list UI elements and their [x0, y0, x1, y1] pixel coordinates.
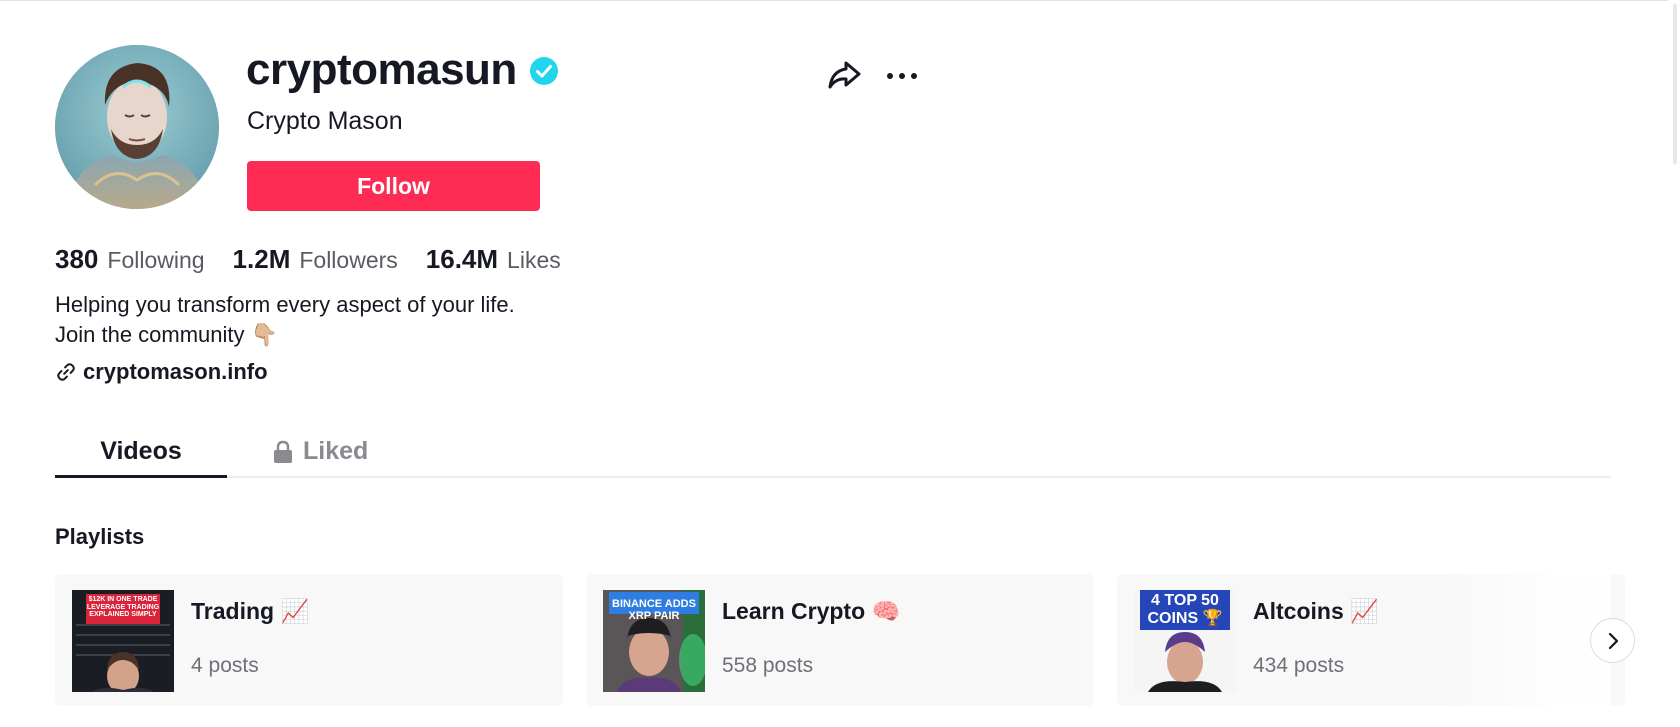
tab-label: Videos: [100, 437, 182, 465]
stat-followers[interactable]: 1.2M Followers: [233, 243, 398, 276]
tab-videos[interactable]: Videos: [55, 425, 227, 478]
username: cryptomasun: [246, 45, 517, 94]
stat-value: 1.2M: [232, 244, 291, 274]
tab-liked[interactable]: Liked: [273, 425, 383, 478]
playlist-card[interactable]: BINANCE ADDS XRP PAIR Learn Crypto 🧠 558…: [586, 574, 1094, 706]
playlist-post-count: 558 posts: [722, 654, 814, 677]
bio-link[interactable]: cryptomason.info: [55, 359, 268, 385]
stat-label: Following: [107, 247, 205, 273]
scrollbar-thumb[interactable]: [1673, 4, 1677, 164]
thumbnail-caption: $12K IN ONE TRADE LEVERAGE TRADING EXPLA…: [86, 596, 160, 619]
link-icon: [57, 363, 75, 381]
avatar[interactable]: [55, 45, 219, 209]
follow-button[interactable]: Follow: [247, 161, 540, 211]
playlist-card[interactable]: 4 TOP 50 COINS 🏆 Altcoins 📈 434 posts: [1117, 574, 1625, 706]
playlist-title: Trading 📈: [191, 598, 310, 624]
playlist-title: Learn Crypto 🧠: [722, 598, 901, 624]
display-name: Crypto Mason: [247, 107, 403, 135]
tab-label: Liked: [303, 437, 369, 465]
stat-value: 380: [55, 244, 99, 274]
playlist-post-count: 434 posts: [1253, 654, 1345, 677]
active-tab-indicator: [55, 475, 227, 478]
chevron-right-icon: [1608, 632, 1618, 649]
playlist-post-count: 4 posts: [191, 654, 259, 677]
bio: Helping you transform every aspect of yo…: [55, 290, 755, 350]
stat-label: Followers: [299, 247, 398, 273]
stat-likes: 16.4M Likes: [426, 243, 561, 276]
avatar-image: [55, 45, 219, 209]
verified-badge-icon: [530, 57, 558, 85]
thumbnail-caption: BINANCE ADDS XRP PAIR: [612, 598, 696, 623]
playlist-title: Altcoins 📈: [1253, 598, 1379, 624]
scrollbar[interactable]: [1668, 0, 1680, 727]
profile-tabs: Videos Liked: [55, 425, 1611, 478]
bio-link-text[interactable]: cryptomason.info: [83, 359, 268, 385]
playlist-thumbnail: 4 TOP 50 COINS 🏆: [1134, 590, 1236, 692]
share-button[interactable]: [826, 57, 862, 93]
more-horizontal-icon: [887, 73, 917, 79]
profile-stats: 380 Following 1.2M Followers 16.4M Likes: [55, 243, 589, 276]
top-divider: [0, 0, 1680, 1]
playlists-next-button[interactable]: [1590, 618, 1635, 663]
stat-value: 16.4M: [425, 244, 499, 274]
playlist-card[interactable]: $12K IN ONE TRADE LEVERAGE TRADING EXPLA…: [55, 574, 563, 706]
stat-label: Likes: [507, 247, 561, 273]
playlist-thumbnail: $12K IN ONE TRADE LEVERAGE TRADING EXPLA…: [72, 590, 174, 692]
more-options-button[interactable]: [882, 60, 922, 92]
thumbnail-caption: 4 TOP 50 COINS 🏆: [1147, 592, 1223, 627]
stat-following[interactable]: 380 Following: [55, 243, 205, 276]
playlist-thumbnail: BINANCE ADDS XRP PAIR: [603, 590, 705, 692]
bio-line: Helping you transform every aspect of yo…: [55, 292, 515, 317]
lock-icon: [274, 440, 292, 463]
playlists-heading: Playlists: [55, 524, 145, 549]
share-arrow-icon: [828, 61, 861, 89]
bio-line: Join the community 👇🏼: [55, 322, 279, 347]
